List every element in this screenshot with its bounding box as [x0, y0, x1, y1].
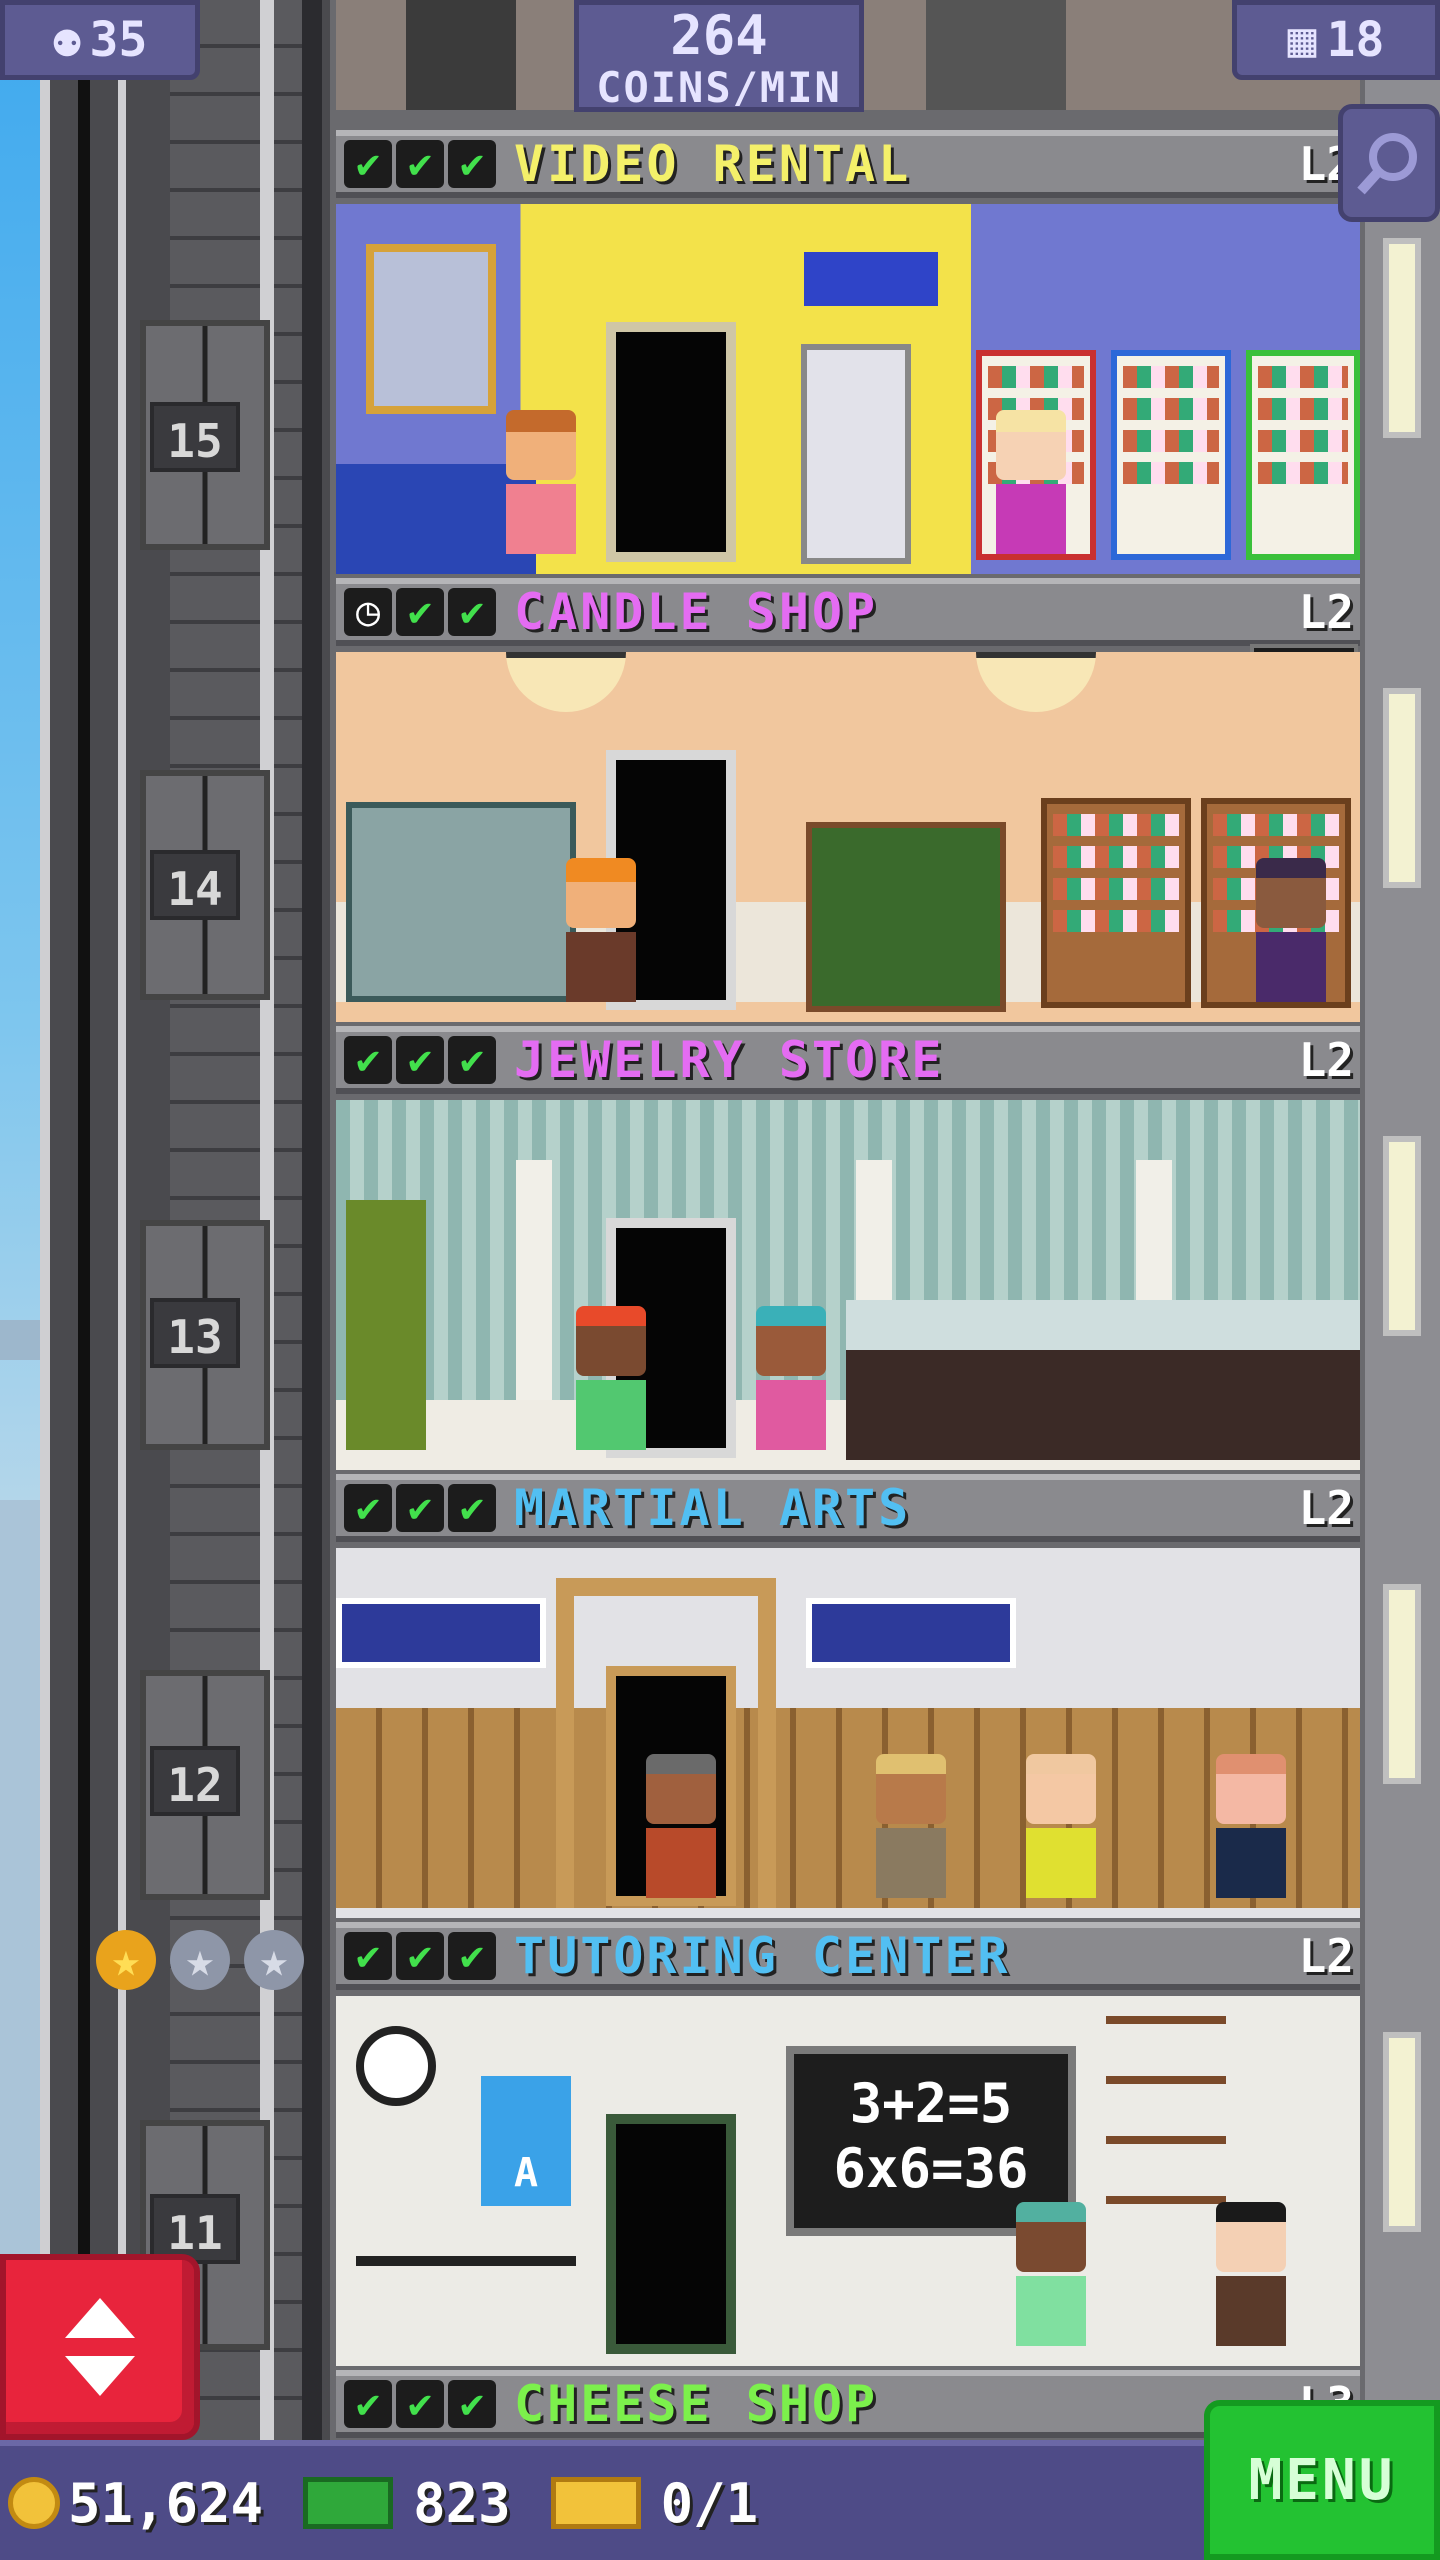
- bux-icon: [303, 2477, 394, 2529]
- floor-name: VIDEO RENTAL: [514, 135, 912, 193]
- window: [1383, 238, 1421, 438]
- star-icon: ★: [96, 1930, 156, 1990]
- check-icon: ✔: [396, 1932, 444, 1980]
- check-icon: ✔: [396, 1484, 444, 1532]
- bitizen[interactable]: [876, 1754, 946, 1904]
- floor-level: L2: [1298, 585, 1354, 639]
- floors-value: 18: [1326, 12, 1385, 68]
- floor-number: 15: [150, 402, 240, 472]
- floor-level: L2: [1298, 1929, 1354, 1983]
- elevator-arrows-icon: [65, 2298, 135, 2396]
- floor-number: 13: [150, 1298, 240, 1368]
- floor-header-candle-shop[interactable]: ◷ ✔ ✔ CANDLE SHOP L2: [336, 578, 1360, 646]
- floors-icon: ▦: [1287, 12, 1317, 68]
- floor-name: MARTIAL ARTS: [514, 1479, 912, 1537]
- floor-level: L2: [1298, 1481, 1354, 1535]
- star-icon: ★: [170, 1930, 230, 1990]
- room-candle-shop[interactable]: [336, 652, 1360, 1022]
- floor-header-jewelry-store[interactable]: ✔ ✔ ✔ JEWELRY STORE L2: [336, 1026, 1360, 1094]
- coins-stat[interactable]: 51,624: [8, 2472, 263, 2535]
- check-icon: ✔: [344, 1932, 392, 1980]
- check-icon: ✔: [396, 140, 444, 188]
- bitizen[interactable]: [576, 1306, 646, 1456]
- room-door: [606, 2114, 736, 2354]
- coins-rate-unit: COINS/MIN: [596, 63, 842, 112]
- check-icon: ✔: [396, 1036, 444, 1084]
- clock-icon: ◷: [344, 588, 392, 636]
- population-value: 35: [89, 12, 148, 68]
- bitizen[interactable]: [1016, 2202, 1086, 2352]
- check-icon: ✔: [344, 1036, 392, 1084]
- floor-name: JEWELRY STORE: [514, 1031, 945, 1089]
- floor-number: 14: [150, 850, 240, 920]
- room-video-rental[interactable]: [336, 204, 1360, 574]
- population-counter[interactable]: ⚉ 35: [0, 0, 200, 80]
- window: [1383, 1584, 1421, 1784]
- check-icon: ✔: [448, 2380, 496, 2428]
- check-icon: ✔: [448, 140, 496, 188]
- coins-value: 51,624: [68, 2471, 264, 2535]
- check-icon: ✔: [344, 1484, 392, 1532]
- floor-name: CANDLE SHOP: [514, 583, 879, 641]
- room-door: [606, 322, 736, 562]
- floor-number: 12: [150, 1746, 240, 1816]
- room-martial-arts[interactable]: [336, 1548, 1360, 1918]
- check-icon: ✔: [448, 1932, 496, 1980]
- floors-counter[interactable]: ▦ 18: [1232, 0, 1440, 80]
- coins-rate-value: 264: [670, 4, 768, 67]
- elevator-button[interactable]: [0, 2254, 200, 2440]
- bitizen[interactable]: [1026, 1754, 1096, 1904]
- tickets-value: 0/1: [660, 2471, 759, 2535]
- floor-header-martial-arts[interactable]: ✔ ✔ ✔ MARTIAL ARTS L2: [336, 1474, 1360, 1542]
- room-jewelry-store[interactable]: [336, 1100, 1360, 1470]
- star-icon: ★: [244, 1930, 304, 1990]
- bitizen[interactable]: [566, 858, 636, 1008]
- window: [1383, 688, 1421, 888]
- floor-header-video-rental[interactable]: ✔ ✔ ✔ VIDEO RENTAL L2: [336, 130, 1360, 198]
- check-icon: ✔: [448, 1484, 496, 1532]
- window: [1383, 2032, 1421, 2232]
- bitizen[interactable]: [1256, 858, 1326, 1008]
- floor-name: TUTORING CENTER: [514, 1927, 1011, 1985]
- ticket-icon: [550, 2477, 641, 2529]
- floor-level: L2: [1298, 1033, 1354, 1087]
- check-icon: ✔: [448, 588, 496, 636]
- window: [1383, 1136, 1421, 1336]
- bux-value: 823: [413, 2471, 511, 2535]
- floor-name: CHEESE SHOP: [514, 2375, 879, 2433]
- chalkboard-line: 3+2=5: [849, 2072, 1013, 2135]
- chalkboard-line: 6x6=36: [833, 2136, 1029, 2200]
- check-icon: ✔: [448, 1036, 496, 1084]
- coin-icon: [8, 2477, 60, 2529]
- clock-icon: [356, 2026, 436, 2106]
- check-icon: ✔: [344, 2380, 392, 2428]
- bitizen[interactable]: [996, 410, 1066, 560]
- search-icon: [1357, 133, 1417, 195]
- people-icon: ⚉: [52, 12, 82, 68]
- room-tutoring-center[interactable]: A 3+2=5 6x6=36: [336, 1996, 1360, 2366]
- check-icon: ✔: [344, 140, 392, 188]
- floor-header-tutoring-center[interactable]: ✔ ✔ ✔ TUTORING CENTER L2: [336, 1922, 1360, 1990]
- tickets-stat[interactable]: 0/1: [550, 2471, 759, 2535]
- search-button[interactable]: [1338, 104, 1440, 222]
- coins-per-minute[interactable]: 264 COINS/MIN: [574, 0, 864, 112]
- check-icon: ✔: [396, 588, 444, 636]
- bitizen[interactable]: [1216, 1754, 1286, 1904]
- bux-stat[interactable]: 823: [303, 2472, 511, 2535]
- elevator-rating: ★ ★ ★: [96, 1930, 304, 1990]
- bitizen[interactable]: [506, 410, 576, 560]
- apple-poster: A: [481, 2076, 571, 2206]
- bitizen[interactable]: [646, 1754, 716, 1904]
- check-icon: ✔: [396, 2380, 444, 2428]
- bitizen[interactable]: [1216, 2202, 1286, 2352]
- bitizen[interactable]: [756, 1306, 826, 1456]
- menu-button[interactable]: MENU: [1204, 2400, 1440, 2560]
